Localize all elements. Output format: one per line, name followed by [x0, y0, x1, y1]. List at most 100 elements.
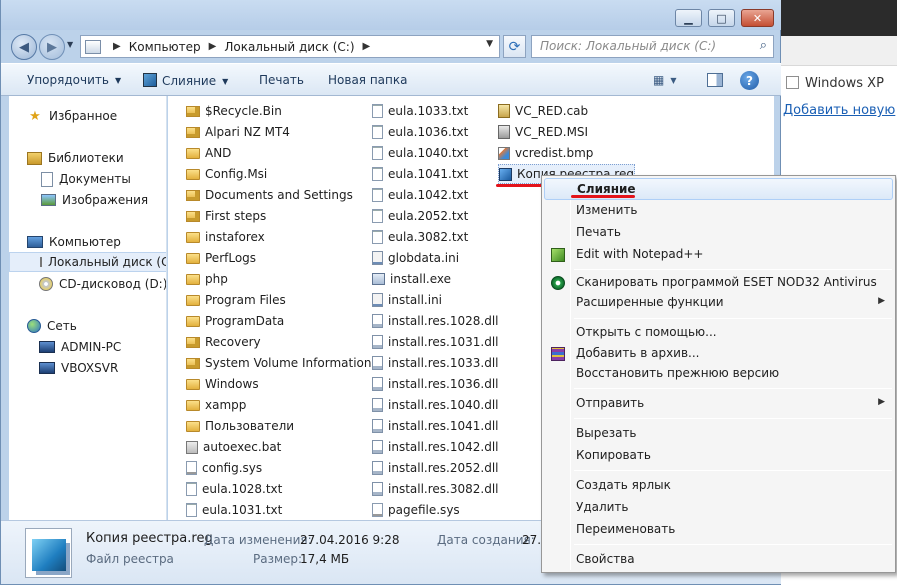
file-item[interactable]: install.res.1031.dll — [372, 332, 499, 352]
add-new-link[interactable]: Добавить новую — [783, 103, 895, 118]
merge-button[interactable]: Слияние ▼ — [143, 73, 228, 88]
minimize-button[interactable]: ▁ — [675, 9, 702, 27]
menu-item-add-archive[interactable]: Добавить в архив... — [544, 343, 893, 365]
file-item[interactable]: $Recycle.Bin — [186, 101, 282, 121]
checkbox-box[interactable] — [786, 76, 799, 89]
help-icon[interactable]: ? — [740, 71, 759, 90]
file-item[interactable]: System Volume Information — [186, 353, 371, 373]
windows-xp-checkbox[interactable]: Windows XP — [786, 76, 884, 91]
file-name: instaforex — [205, 230, 265, 244]
menu-item-delete[interactable]: Удалить — [544, 497, 893, 519]
menu-item-print[interactable]: Печать — [544, 222, 893, 244]
file-item[interactable]: eula.1040.txt — [372, 143, 468, 163]
menu-item-create-shortcut[interactable]: Создать ярлык — [544, 475, 893, 497]
file-item[interactable]: install.res.1028.dll — [372, 311, 499, 331]
file-name: eula.1041.txt — [388, 167, 469, 181]
breadcrumb-local-disk[interactable]: Локальный диск (C:) — [224, 40, 354, 54]
chevron-right-icon[interactable]: ▶ — [363, 41, 371, 52]
nav-vboxsvr[interactable]: VBOXSVR — [39, 358, 118, 378]
preview-pane-icon[interactable] — [707, 73, 723, 87]
maximize-button[interactable]: □ — [708, 9, 735, 27]
menu-item-edit[interactable]: Изменить — [544, 200, 893, 222]
file-item[interactable]: eula.2052.txt — [372, 206, 468, 226]
nav-documents[interactable]: Документы — [41, 169, 131, 189]
file-item[interactable]: config.sys — [186, 458, 262, 478]
breadcrumb-computer[interactable]: Компьютер — [129, 40, 201, 54]
file-item[interactable]: eula.1041.txt — [372, 164, 468, 184]
nav-local-disk[interactable]: Локальный диск (C — [9, 252, 166, 272]
chevron-right-icon[interactable]: ▶ — [113, 41, 121, 52]
close-button[interactable]: ✕ — [741, 9, 774, 27]
file-item[interactable]: First steps — [186, 206, 266, 226]
nav-network[interactable]: Сеть — [27, 316, 77, 336]
file-item[interactable]: AND — [186, 143, 231, 163]
nav-favorites[interactable]: ★ Избранное — [27, 106, 117, 126]
file-item[interactable]: php — [186, 269, 228, 289]
file-item[interactable]: Program Files — [186, 290, 286, 310]
address-dropdown-icon[interactable]: ▼ — [486, 39, 493, 49]
file-item[interactable]: autoexec.bat — [186, 437, 281, 457]
menu-item-copy[interactable]: Копировать — [544, 445, 893, 467]
menu-item-restore[interactable]: Восстановить прежнюю версию — [544, 363, 893, 385]
file-item[interactable]: globdata.ini — [372, 248, 459, 268]
file-item[interactable]: Config.Msi — [186, 164, 267, 184]
menu-item-notepadpp[interactable]: Edit with Notepad++ — [544, 244, 893, 266]
file-item[interactable]: install.res.1042.dll — [372, 437, 499, 457]
file-item[interactable]: eula.1031.txt — [186, 500, 282, 520]
menu-item-open-with[interactable]: Открыть с помощью... — [544, 322, 893, 344]
file-item[interactable]: install.res.2052.dll — [372, 458, 499, 478]
nav-admin-pc[interactable]: ADMIN-PC — [39, 337, 121, 357]
search-icon[interactable]: ⌕ — [760, 38, 767, 53]
file-item[interactable]: eula.1042.txt — [372, 185, 468, 205]
history-dropdown-icon[interactable]: ▼ — [67, 40, 77, 49]
search-input[interactable]: Поиск: Локальный диск (C:) ⌕ — [531, 35, 774, 58]
menu-item-advanced[interactable]: Расширенные функции ▶ — [544, 292, 893, 314]
nav-cd-drive[interactable]: CD-дисковод (D:) Vi — [39, 274, 166, 294]
details-file-type: Файл реестра — [86, 552, 174, 566]
file-item[interactable]: eula.1036.txt — [372, 122, 468, 142]
file-item[interactable]: vcredist.bmp — [498, 143, 593, 163]
file-item[interactable]: PerfLogs — [186, 248, 256, 268]
file-item[interactable]: install.res.1033.dll — [372, 353, 499, 373]
file-item[interactable]: install.res.1041.dll — [372, 416, 499, 436]
menu-item-eset-scan[interactable]: Сканировать программой ESET NOD32 Antivi… — [544, 272, 893, 294]
refresh-button[interactable]: ⟳ — [503, 35, 526, 58]
chevron-right-icon[interactable]: ▶ — [209, 41, 217, 52]
menu-item-properties[interactable]: Свойства — [544, 549, 893, 571]
file-item[interactable]: eula.3082.txt — [372, 227, 468, 247]
file-item[interactable]: eula.1028.txt — [186, 479, 282, 499]
file-item[interactable]: eula.1033.txt — [372, 101, 468, 121]
print-button[interactable]: Печать — [259, 73, 304, 87]
nav-images[interactable]: Изображения — [41, 190, 148, 210]
file-item[interactable]: Windows — [186, 374, 259, 394]
locked-folder-icon — [186, 336, 200, 348]
file-item[interactable]: instaforex — [186, 227, 265, 247]
organize-label: Упорядочить — [27, 73, 109, 87]
file-item[interactable]: Alpari NZ MT4 — [186, 122, 290, 142]
menu-separator — [574, 544, 892, 545]
file-item[interactable]: Documents and Settings — [186, 185, 353, 205]
nav-libraries[interactable]: Библиотеки — [27, 148, 124, 168]
organize-button[interactable]: Упорядочить ▼ — [27, 73, 121, 87]
back-button[interactable]: ◀ — [11, 34, 37, 60]
file-item[interactable]: install.res.3082.dll — [372, 479, 499, 499]
file-item[interactable]: install.exe — [372, 269, 451, 289]
menu-item-send-to[interactable]: Отправить ▶ — [544, 393, 893, 415]
forward-button[interactable]: ▶ — [39, 34, 65, 60]
file-item[interactable]: xampp — [186, 395, 246, 415]
views-button[interactable]: ▦ ▼ — [653, 73, 677, 87]
file-item[interactable]: pagefile.sys — [372, 500, 460, 520]
new-folder-button[interactable]: Новая папка — [328, 73, 407, 87]
file-item[interactable]: Recovery — [186, 332, 261, 352]
menu-item-cut[interactable]: Вырезать — [544, 423, 893, 445]
file-item[interactable]: VC_RED.cab — [498, 101, 588, 121]
address-bar[interactable]: ▶ Компьютер ▶ Локальный диск (C:) ▶ ▼ — [80, 35, 500, 58]
file-item[interactable]: install.res.1036.dll — [372, 374, 499, 394]
file-item[interactable]: VC_RED.MSI — [498, 122, 588, 142]
file-item[interactable]: ProgramData — [186, 311, 284, 331]
file-item[interactable]: Пользователи — [186, 416, 294, 436]
nav-computer[interactable]: Компьютер — [27, 232, 121, 252]
menu-item-rename[interactable]: Переименовать — [544, 519, 893, 541]
file-item[interactable]: install.ini — [372, 290, 442, 310]
file-item[interactable]: install.res.1040.dll — [372, 395, 499, 415]
